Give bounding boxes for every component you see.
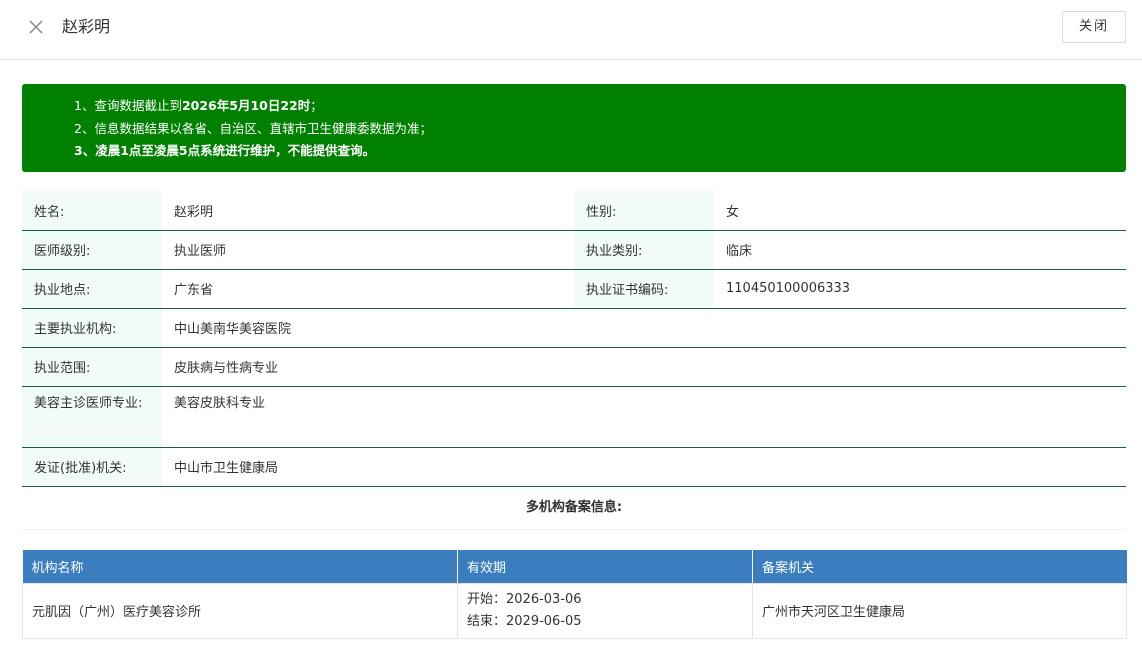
close-icon[interactable] [26, 17, 46, 37]
info-row: 执业范围: 皮肤病与性病专业 [22, 347, 1126, 387]
cert-value: 110450100006333 [714, 269, 1126, 309]
info-row: 医师级别: 执业医师 执业类别: 临床 [22, 230, 1126, 270]
multi-institution-table: 机构名称 有效期 备案机关 元肌因（广州）医疗美容诊所 开始：2026-03-0… [22, 550, 1127, 639]
institution-name-cell: 元肌因（广州）医疗美容诊所 [22, 582, 458, 639]
cosmetic-label: 美容主诊医师专业: [22, 386, 162, 448]
dialog-title: 赵彩明 [62, 17, 111, 36]
column-header-validity: 有效期 [457, 550, 753, 583]
close-button[interactable]: 关闭 [1062, 11, 1126, 43]
validity-cell: 开始：2026-03-06 结束：2029-06-05 [457, 582, 753, 639]
table-row: 元肌因（广州）医疗美容诊所 开始：2026-03-06 结束：2029-06-0… [22, 582, 1127, 639]
notice-banner: 1、查询数据截止到2026年5月10日22时； 2、信息数据结果以各省、自治区、… [22, 84, 1126, 172]
level-value: 执业医师 [162, 230, 574, 270]
category-value: 临床 [714, 230, 1126, 270]
column-header-name: 机构名称 [22, 550, 458, 583]
location-label: 执业地点: [22, 269, 162, 309]
info-row: 美容主诊医师专业: 美容皮肤科专业 [22, 386, 1126, 448]
authority-cell: 广州市天河区卫生健康局 [752, 582, 1127, 639]
cert-label: 执业证书编码: [574, 269, 714, 309]
doctor-info-table: 姓名: 赵彩明 性别: 女 医师级别: 执业医师 执业类别: 临床 执业地点: … [22, 191, 1126, 487]
validity-start: 开始：2026-03-06 [467, 591, 582, 607]
info-row: 执业地点: 广东省 执业证书编码: 110450100006333 [22, 269, 1126, 309]
notice-line-3: 3、凌晨1点至凌晨5点系统进行维护，不能提供查询。 [74, 143, 376, 158]
name-value: 赵彩明 [162, 191, 574, 231]
info-row: 发证(批准)机关: 中山市卫生健康局 [22, 447, 1126, 487]
issuer-value: 中山市卫生健康局 [162, 447, 1126, 487]
dialog-header: 赵彩明 关闭 [0, 0, 1142, 60]
issuer-label: 发证(批准)机关: [22, 447, 162, 487]
scope-label: 执业范围: [22, 347, 162, 387]
name-label: 姓名: [22, 191, 162, 231]
info-row: 姓名: 赵彩明 性别: 女 [22, 191, 1126, 231]
validity-end: 结束：2029-06-05 [467, 613, 582, 629]
cosmetic-value: 美容皮肤科专业 [162, 386, 1126, 448]
notice-line-2: 2、信息数据结果以各省、自治区、直辖市卫生健康委数据为准； [74, 120, 432, 136]
info-row: 主要执业机构: 中山美南华美容医院 [22, 308, 1126, 348]
multi-institution-title: 多机构备案信息: [22, 488, 1126, 530]
institution-label: 主要执业机构: [22, 308, 162, 348]
table-header-row: 机构名称 有效期 备案机关 [22, 550, 1127, 583]
location-value: 广东省 [162, 269, 574, 309]
gender-value: 女 [714, 191, 1126, 231]
gender-label: 性别: [574, 191, 714, 231]
institution-value: 中山美南华美容医院 [162, 308, 1126, 348]
column-header-authority: 备案机关 [752, 550, 1127, 583]
notice-line-1: 1、查询数据截止到2026年5月10日22时； [74, 98, 323, 113]
category-label: 执业类别: [574, 230, 714, 270]
level-label: 医师级别: [22, 230, 162, 270]
scope-value: 皮肤病与性病专业 [162, 347, 1126, 387]
